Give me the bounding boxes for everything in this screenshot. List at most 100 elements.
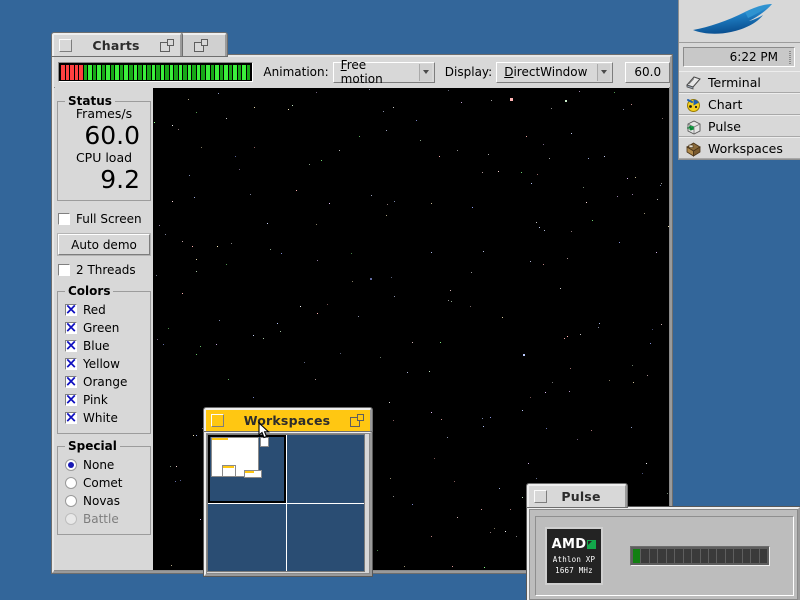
pulse-window[interactable]: Pulse AMD Athlon XP 1667 MHz bbox=[526, 483, 800, 600]
star bbox=[604, 156, 605, 157]
color-checkbox-row[interactable]: Green bbox=[65, 319, 144, 337]
special-radio[interactable] bbox=[65, 495, 77, 507]
star bbox=[543, 264, 544, 265]
star bbox=[510, 98, 513, 101]
zoom-icon[interactable] bbox=[350, 414, 364, 427]
color-checkbox[interactable] bbox=[65, 358, 77, 370]
deskbar-clock[interactable]: 6:22 PM bbox=[683, 47, 795, 67]
star bbox=[434, 458, 435, 459]
cpu-load-segment bbox=[633, 549, 641, 563]
led-segment bbox=[151, 64, 156, 80]
led-segment bbox=[233, 64, 237, 80]
haiku-feather-icon[interactable] bbox=[679, 0, 800, 43]
auto-demo-button[interactable]: Auto demo bbox=[58, 234, 150, 255]
special-radio-row[interactable]: None bbox=[65, 456, 144, 474]
star bbox=[631, 427, 632, 428]
special-radio[interactable] bbox=[65, 459, 77, 471]
special-radio-row[interactable]: Novas bbox=[65, 492, 144, 510]
close-icon[interactable] bbox=[211, 414, 224, 427]
led-segment bbox=[169, 64, 174, 80]
zoom-icon[interactable] bbox=[194, 39, 208, 52]
star bbox=[522, 497, 523, 498]
color-checkbox-row[interactable]: Orange bbox=[65, 373, 144, 391]
star bbox=[196, 354, 197, 355]
star bbox=[267, 223, 268, 224]
led-segment bbox=[83, 64, 88, 80]
color-checkbox-row[interactable]: White bbox=[65, 409, 144, 427]
fullscreen-checkbox[interactable] bbox=[58, 213, 70, 225]
chevron-down-icon[interactable] bbox=[419, 63, 432, 81]
color-checkbox[interactable] bbox=[65, 340, 77, 352]
fullscreen-row[interactable]: Full Screen bbox=[57, 210, 151, 228]
deskbar-item-workspaces[interactable]: Workspaces bbox=[679, 137, 800, 159]
led-segment bbox=[215, 64, 219, 80]
star bbox=[250, 194, 251, 195]
special-radio[interactable] bbox=[65, 477, 77, 489]
workspaces-window-tab[interactable]: Workspaces bbox=[203, 407, 373, 432]
color-checkbox-row[interactable]: Pink bbox=[65, 391, 144, 409]
display-menu[interactable]: DirectWindow bbox=[496, 61, 614, 83]
star bbox=[650, 343, 651, 344]
star bbox=[481, 509, 482, 510]
led-segment bbox=[133, 64, 138, 80]
pulse-window-tab[interactable]: Pulse bbox=[526, 483, 628, 508]
color-checkbox[interactable] bbox=[65, 322, 77, 334]
two-threads-row[interactable]: 2 Threads bbox=[57, 261, 151, 279]
fps-field[interactable]: 60.0 bbox=[625, 61, 670, 83]
cpu-load-segment bbox=[649, 549, 658, 563]
color-label: Blue bbox=[83, 339, 110, 353]
workspace-cell-1[interactable] bbox=[208, 435, 286, 503]
star bbox=[394, 296, 395, 297]
star bbox=[359, 136, 360, 137]
color-checkbox[interactable] bbox=[65, 376, 77, 388]
star bbox=[660, 185, 661, 186]
color-checkbox[interactable] bbox=[65, 412, 77, 424]
workspace-cell-3[interactable] bbox=[208, 503, 286, 571]
led-segment bbox=[65, 64, 70, 80]
cpu-load-segment bbox=[641, 549, 649, 563]
frames-value: 60.0 bbox=[84, 121, 140, 150]
star bbox=[583, 187, 584, 188]
special-radio-row[interactable]: Comet bbox=[65, 474, 144, 492]
star bbox=[483, 251, 484, 252]
star bbox=[472, 207, 473, 208]
close-icon[interactable] bbox=[59, 39, 72, 52]
color-checkbox-row[interactable]: Blue bbox=[65, 337, 144, 355]
color-checkbox-row[interactable]: Red bbox=[65, 301, 144, 319]
star bbox=[599, 323, 600, 324]
charts-window-tab[interactable]: Charts bbox=[51, 32, 183, 57]
led-segment bbox=[242, 64, 246, 80]
star bbox=[288, 109, 289, 110]
star bbox=[570, 368, 571, 369]
deskbar-item-pulse[interactable]: Pulse bbox=[679, 115, 800, 137]
color-checkbox[interactable] bbox=[65, 394, 77, 406]
star bbox=[317, 313, 318, 314]
star bbox=[498, 171, 499, 172]
two-threads-checkbox[interactable] bbox=[58, 264, 70, 276]
chevron-down-icon[interactable] bbox=[597, 63, 611, 81]
cpu-load-segment bbox=[666, 549, 675, 563]
star bbox=[656, 252, 657, 253]
special-group: Special None Comet Novas Battle bbox=[57, 439, 151, 535]
display-menu-value: DirectWindow bbox=[504, 65, 597, 79]
color-checkbox[interactable] bbox=[65, 304, 77, 316]
star bbox=[577, 439, 578, 440]
close-icon[interactable] bbox=[534, 490, 547, 503]
animation-menu[interactable]: Free motion bbox=[332, 58, 435, 86]
workspace-cell-2[interactable] bbox=[286, 435, 364, 503]
charts-secondary-tab[interactable] bbox=[174, 32, 228, 57]
star bbox=[552, 382, 553, 383]
star bbox=[546, 428, 547, 429]
workspaces-grid[interactable] bbox=[207, 434, 365, 572]
star bbox=[171, 565, 172, 566]
colors-group-title: Colors bbox=[65, 284, 114, 298]
workspaces-window[interactable]: Workspaces bbox=[203, 407, 373, 577]
workspace-cell-4[interactable] bbox=[286, 503, 364, 571]
zoom-icon[interactable] bbox=[160, 39, 174, 52]
star bbox=[588, 158, 589, 159]
star bbox=[647, 375, 648, 376]
deskbar-item-label: Pulse bbox=[708, 118, 741, 134]
deskbar-item-chart[interactable]: Chart bbox=[679, 93, 800, 115]
color-checkbox-row[interactable]: Yellow bbox=[65, 355, 144, 373]
deskbar-item-terminal[interactable]: Terminal bbox=[679, 71, 800, 93]
